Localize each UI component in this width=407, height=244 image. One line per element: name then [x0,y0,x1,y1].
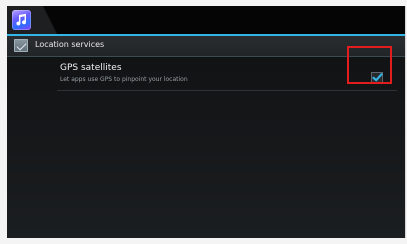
music-note-icon[interactable] [12,10,31,30]
checkbox-highlight-box [347,46,392,84]
settings-screen: Location services GPS satellites Let app… [7,6,406,238]
app-tab[interactable] [7,6,57,34]
action-bar [7,6,405,34]
setting-title: GPS satellites [60,63,122,73]
setting-summary: Let apps use GPS to pinpoint your locati… [60,76,188,83]
device-frame: Location services GPS satellites Let app… [0,0,407,244]
location-services-header: Location services [7,36,405,57]
list-divider [57,90,397,91]
page-title: Location services [35,40,105,49]
gps-satellites-setting[interactable]: GPS satellites Let apps use GPS to pinpo… [7,57,405,91]
location-services-icon [14,39,28,52]
